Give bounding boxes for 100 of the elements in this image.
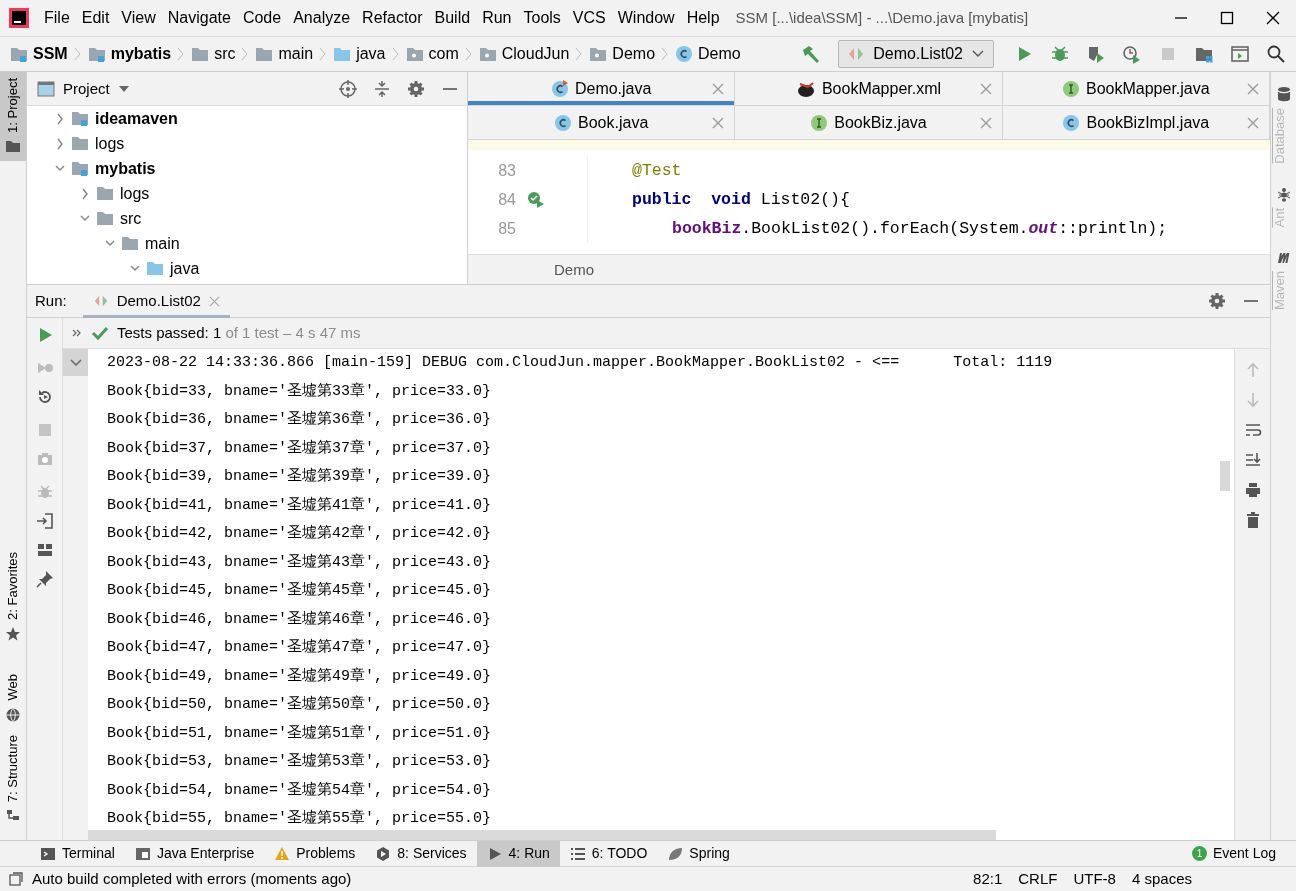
console-line: Book{bid=45, bname='圣墟第45章', price=45.0} [107, 580, 493, 601]
console-line: Book{bid=50, bname='圣墟第50章', price=50.0} [107, 694, 493, 715]
panel-title[interactable]: Project [63, 79, 110, 98]
layout-toggle-icon[interactable] [8, 871, 24, 887]
menu-item[interactable]: Help [680, 4, 726, 32]
bird-icon [795, 79, 816, 98]
breadcrumb-item[interactable]: main [278, 44, 314, 64]
package-icon [405, 46, 424, 62]
tool-window-tab[interactable]: 4: Run [476, 840, 560, 867]
folder-icon [71, 136, 89, 151]
tree-item[interactable]: logs [95, 133, 125, 154]
breadcrumb-item[interactable]: CloudJun [501, 44, 570, 64]
soft-wrap-icon[interactable] [1243, 421, 1262, 439]
breadcrumb-item[interactable]: Demo [554, 260, 594, 279]
console-line: Book{bid=47, bname='圣墟第47章', price=47.0} [107, 637, 493, 658]
line-number: 85 [497, 218, 517, 239]
folder-icon [121, 236, 139, 251]
scroll-to-end-icon[interactable] [1243, 451, 1262, 469]
camera-icon[interactable] [35, 450, 54, 468]
globe-icon [5, 706, 21, 723]
settings-icon[interactable] [407, 79, 425, 98]
breadcrumb-item[interactable]: Demo [612, 44, 656, 64]
console-line: Book{bid=43, bname='圣墟第43章', price=43.0} [107, 552, 493, 573]
menu-item[interactable]: Build [428, 4, 477, 32]
close-icon[interactable] [1264, 10, 1282, 26]
locate-icon[interactable] [339, 79, 357, 98]
test-config-icon [847, 46, 866, 62]
breadcrumb-item[interactable]: mybatis [110, 44, 172, 64]
tool-window-tab[interactable]: 6: TODO [559, 840, 658, 867]
tool-window-tab[interactable]: Java Enterprise [124, 840, 265, 867]
tree-item[interactable]: main [145, 233, 180, 254]
tree-item[interactable]: src [120, 208, 142, 229]
menu-item[interactable]: VCS [566, 4, 612, 32]
tree-item[interactable]: java [170, 258, 200, 279]
tool-window-tab[interactable]: Terminal [30, 840, 125, 867]
menu-item[interactable]: File [38, 4, 76, 32]
collapse-button[interactable] [63, 349, 88, 376]
coverage-icon[interactable] [1086, 44, 1106, 64]
status-item[interactable]: 4 spaces [1131, 870, 1192, 888]
window-icon[interactable] [1230, 44, 1250, 64]
tool-window-tab[interactable]: 1: Project [0, 72, 26, 161]
run-configuration-dropdown[interactable]: Demo.List02 [838, 40, 994, 68]
menu-item[interactable]: View [115, 4, 162, 32]
tool-window-tab[interactable]: Spring [657, 840, 740, 867]
status-item[interactable]: 82:1 [973, 870, 1003, 888]
menu-item[interactable]: Navigate [161, 4, 237, 32]
editor-tab[interactable]: Demo.java [468, 72, 736, 105]
tool-window-tab[interactable]: Problems [264, 840, 366, 867]
print-icon[interactable] [1243, 481, 1262, 499]
class-icon [1062, 113, 1081, 132]
package-icon [589, 46, 608, 62]
tool-window-tab[interactable]: Web [0, 668, 26, 729]
tree-item[interactable]: logs [120, 183, 150, 204]
expand-icon[interactable] [71, 327, 83, 339]
menu-item[interactable]: Refactor [356, 4, 429, 32]
console-line: 2023-08-22 14:33:36.866 [main-159] DEBUG com.CloudJun.mapper.BookMapper.BookList02 - <== Total: 1119 [107, 353, 1054, 373]
menu-item[interactable]: Window [611, 4, 681, 32]
enterprise-icon [134, 845, 151, 862]
status-item[interactable]: UTF-8 [1073, 870, 1116, 888]
breadcrumb-item[interactable]: Demo [698, 44, 741, 64]
menu-item[interactable]: Run [476, 4, 518, 32]
menu-item[interactable]: Edit [75, 4, 116, 32]
console-line: Book{bid=36, bname='圣墟第36章', price=36.0} [107, 409, 493, 430]
scrollbar-thumb[interactable] [88, 830, 996, 840]
tool-window-tab[interactable]: 7: Structure [0, 728, 26, 830]
scrollbar-thumb[interactable] [1220, 461, 1230, 491]
profiler-icon[interactable] [1122, 44, 1142, 64]
code-line: public void List02(){ [632, 189, 850, 210]
exit-icon[interactable] [35, 512, 54, 530]
settings-icon[interactable] [1208, 292, 1226, 310]
menu-item[interactable]: Analyze [287, 4, 357, 32]
collapse-icon[interactable] [373, 79, 391, 98]
class-icon [675, 45, 694, 63]
tool-window-tab[interactable]: 2: Favorites [0, 546, 26, 649]
folder-icon [96, 186, 114, 201]
run-tab[interactable]: Demo.List02 [82, 284, 230, 318]
breadcrumb-item[interactable]: java [356, 44, 386, 64]
chevron-icon [72, 47, 83, 61]
breadcrumb-item[interactable]: com [428, 44, 459, 64]
code-line: @Test [632, 160, 682, 181]
module-folder-icon [10, 46, 28, 62]
caret-icon[interactable] [117, 84, 130, 93]
status-item[interactable]: CRLF [1018, 870, 1058, 888]
spring-icon [667, 845, 684, 862]
caret-icon [69, 358, 82, 367]
debug-icon[interactable] [1050, 44, 1070, 64]
tool-window-tab[interactable]: 8: Services [365, 840, 477, 867]
search-icon[interactable] [1266, 44, 1286, 64]
run-test-icon[interactable] [527, 190, 545, 209]
maximize-icon[interactable] [1218, 10, 1236, 26]
event-log-button[interactable]: 1 Event Log [1181, 840, 1286, 867]
tree-item[interactable]: ideamaven [95, 108, 178, 129]
layout-icon[interactable] [35, 541, 54, 559]
breadcrumb-item[interactable]: SSM [33, 44, 68, 64]
menu-item[interactable]: Tools [517, 4, 567, 32]
breadcrumb-item[interactable]: src [214, 44, 236, 64]
menu-item[interactable]: Code [236, 4, 288, 32]
tree-item[interactable]: mybatis [95, 158, 156, 179]
pin-icon[interactable] [35, 570, 54, 588]
module-folder-icon [71, 161, 89, 176]
